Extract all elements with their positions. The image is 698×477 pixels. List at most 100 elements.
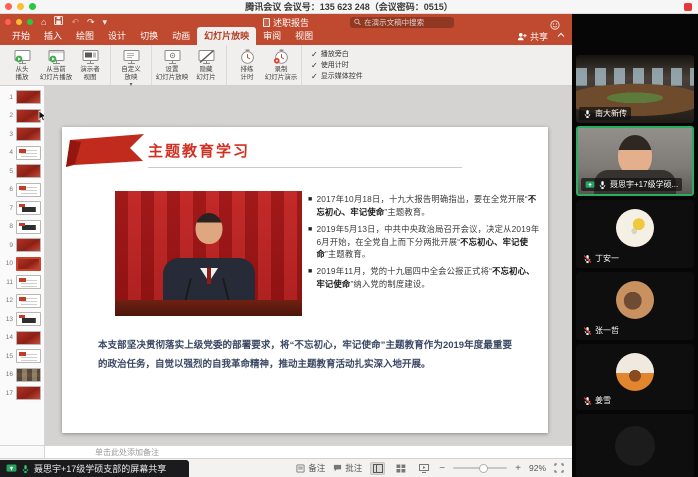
ribbon-button-hide-slide[interactable]: 隐藏幻灯片 (189, 47, 223, 82)
share-banner-text: 聂思宇+17级学硕支部的屏幕共享 (34, 462, 166, 475)
slide-thumbnail-selected[interactable] (16, 257, 41, 271)
slide-thumbnail-row-11[interactable]: 11 (0, 275, 44, 289)
photo-head (195, 213, 222, 244)
ribbon-tab-7[interactable]: 审阅 (256, 27, 288, 45)
ribbon-tab-1[interactable]: 插入 (37, 27, 69, 45)
participant-tile-4[interactable]: 姜雪 (576, 344, 694, 410)
slide-thumbnail-row-4[interactable]: 4 (0, 146, 44, 160)
ribbon-button-play-start[interactable]: 从头播放 (5, 47, 39, 82)
ribbon-button-label: 自定义 (121, 66, 141, 74)
slide[interactable]: 主题教育学习 ■2017年10月18日，十九大报告明确指出，要在全党开展“不忘初… (62, 127, 548, 433)
slideshow-view-button[interactable] (416, 462, 431, 475)
notes-toggle[interactable]: 备注 (296, 462, 325, 474)
slide-thumbnail-row-16[interactable]: 16 (0, 368, 44, 382)
powerpoint-window: ⌂ ↶ ↷ ▾ 述职报告 开始插入绘图设计切换动画幻灯片放映审阅视图 共享 从头 (0, 14, 572, 477)
slide-thumbnail-row-8[interactable]: 8 (0, 220, 44, 234)
participant-tile-2[interactable]: 丁安一 (576, 200, 694, 268)
participant-tile-0[interactable]: 南大新传 (576, 55, 694, 123)
slide-thumbnail-row-17[interactable]: 17 (0, 386, 44, 400)
slide-thumbnail-row-9[interactable]: 9 (0, 238, 44, 252)
slide-thumbnail[interactable] (16, 220, 41, 234)
zoom-slider-knob[interactable] (479, 464, 488, 473)
slide-thumbnail-row-13[interactable]: 13 (0, 312, 44, 326)
slide-thumbnail[interactable] (16, 312, 41, 326)
search-box[interactable] (350, 17, 454, 28)
participant-tile-5[interactable] (576, 414, 694, 477)
muted-mic-icon (583, 326, 592, 336)
ribbon-tab-2[interactable]: 绘图 (69, 27, 101, 45)
slide-thumbnail[interactable] (16, 201, 41, 215)
check-icon: ✓ (311, 61, 318, 70)
slide-thumbnail[interactable] (16, 275, 41, 289)
avatar (616, 209, 654, 247)
slide-thumbnail-row-5[interactable]: 5 (0, 164, 44, 178)
slide-thumbnail[interactable] (16, 331, 41, 345)
ribbon-button-label: 幻灯片演示 (265, 74, 298, 82)
zoom-in-button[interactable]: + (515, 463, 521, 474)
slide-thumbnail[interactable] (16, 349, 41, 363)
slide-sorter-view-button[interactable] (393, 462, 408, 475)
slide-thumbnail-row-7[interactable]: 7 (0, 201, 44, 215)
comments-toggle[interactable]: 批注 (333, 462, 362, 474)
fit-slide-icon[interactable] (554, 463, 564, 473)
ribbon-tab-4[interactable]: 切换 (133, 27, 165, 45)
ppt-zoom-button[interactable] (27, 19, 33, 25)
normal-view-button[interactable] (370, 462, 385, 475)
ribbon-button-setup-show[interactable]: 设置幻灯片放映 (155, 47, 189, 82)
ribbon-tab-8[interactable]: 视图 (288, 27, 320, 45)
ribbon-button-custom-show[interactable]: 自定义放映▾ (114, 47, 148, 89)
bullet-marker: ■ (308, 223, 312, 262)
meeting-menubar-icon[interactable] (684, 3, 692, 11)
ribbon-button-play-current[interactable]: 从当前幻灯片播放 (39, 47, 73, 82)
slide-thumbnail-row-10[interactable]: 10 (0, 257, 44, 271)
participant-name-badge: 丁安一 (579, 252, 623, 265)
slide-thumbnail[interactable] (16, 90, 41, 104)
mic-on-icon (583, 109, 592, 119)
slide-thumbnail-row-1[interactable]: 1 (0, 90, 44, 104)
zoom-slider[interactable] (453, 467, 507, 469)
notes-icon (296, 464, 305, 473)
slide-thumbnail[interactable] (16, 368, 41, 382)
ribbon-checkbox-1[interactable]: ✓使用计时 (311, 60, 363, 70)
ppt-minimize-button[interactable] (16, 19, 22, 25)
ribbon-button-rehearse[interactable]: 排练计时 (230, 47, 264, 82)
participant-tile-1[interactable]: 聂思宇+17级学硕... (576, 126, 694, 196)
slide-footer-text: 本支部坚决贯彻落实上级党委的部署要求，将“不忘初心，牢记使命”主题教育作为201… (98, 336, 512, 375)
ppt-close-button[interactable] (5, 19, 11, 25)
ribbon-button-presenter[interactable]: 演示者视图 (73, 47, 107, 82)
zoom-out-button[interactable]: − (439, 463, 445, 474)
share-button[interactable]: 共享 (517, 30, 548, 43)
slide-thumbnail[interactable] (16, 164, 41, 178)
ribbon-checkbox-2[interactable]: ✓显示媒体控件 (311, 71, 363, 81)
macos-menubar: 腾讯会议 会议号：135 623 248（会议密码：0515） (0, 0, 698, 14)
slide-thumbnail-row-6[interactable]: 6 (0, 183, 44, 197)
ribbon-button-record[interactable]: 录制幻灯片演示 (264, 47, 298, 82)
slide-thumbnail[interactable] (16, 146, 41, 160)
slide-thumbnail[interactable] (16, 183, 41, 197)
mic-on-icon (598, 180, 607, 190)
ribbon-button-label: 计时 (241, 74, 254, 82)
ribbon-tab-6[interactable]: 幻灯片放映 (197, 27, 256, 45)
search-input[interactable] (364, 18, 450, 27)
ribbon-checkbox-0[interactable]: ✓播放旁白 (311, 49, 363, 59)
slide-thumbnail-row-2[interactable]: 2 (0, 109, 44, 123)
participant-tile-3[interactable]: 张一哲 (576, 272, 694, 340)
slide-thumbnail[interactable] (16, 127, 41, 141)
slide-thumbnail-row-14[interactable]: 14 (0, 331, 44, 345)
slide-thumbnail-panel[interactable]: 1234567891011121314151617 (0, 86, 45, 445)
notes-label: 备注 (308, 462, 325, 474)
slide-thumbnail[interactable] (16, 294, 41, 308)
bullet-marker: ■ (308, 193, 312, 219)
notes-left-strip (0, 445, 45, 458)
notes-placeholder[interactable]: 单击此处添加备注 (45, 445, 572, 458)
ribbon-tab-5[interactable]: 动画 (165, 27, 197, 45)
slide-thumbnail-row-12[interactable]: 12 (0, 294, 44, 308)
slide-thumbnail-row-3[interactable]: 3 (0, 127, 44, 141)
ribbon-tab-0[interactable]: 开始 (5, 27, 37, 45)
slide-thumbnail-row-15[interactable]: 15 (0, 349, 44, 363)
slide-thumbnail[interactable] (16, 238, 41, 252)
collapse-ribbon-icon[interactable] (557, 25, 565, 43)
slide-thumbnail[interactable] (16, 386, 41, 400)
slide-bullet-0: ■2017年10月18日，十九大报告明确指出，要在全党开展“不忘初心、牢记使命”… (308, 193, 540, 219)
ribbon-tab-3[interactable]: 设计 (101, 27, 133, 45)
